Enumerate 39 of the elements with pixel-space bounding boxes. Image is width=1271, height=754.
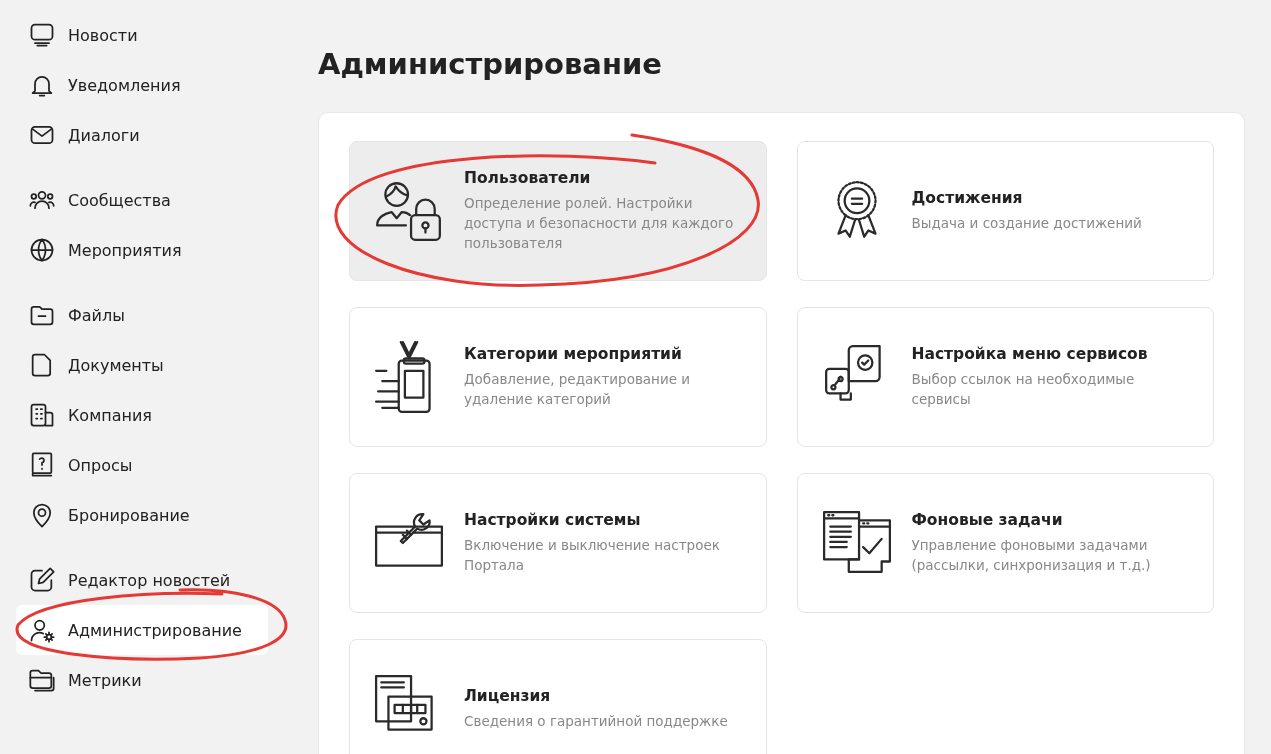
sidebar-item[interactable]: Бронирование bbox=[16, 490, 268, 540]
card-title: Достижения bbox=[911, 189, 1024, 207]
card-description: Определение ролей. Настройки доступа и безопасности для каждого пользователя bbox=[464, 194, 735, 253]
page-title: Администрирование bbox=[318, 46, 663, 83]
admin-card[interactable]: Настройка меню сервисов Выбор ссылок на необходимые сервисы bbox=[796, 307, 1214, 447]
card-description: Выбор ссылок на необходимые сервисы bbox=[911, 370, 1136, 409]
sidebar-item[interactable]: Метрики bbox=[16, 655, 268, 705]
sidebar-item[interactable]: Опросы bbox=[16, 440, 268, 490]
card-title: Категории мероприятий bbox=[464, 345, 683, 363]
card-title: Пользователи bbox=[464, 169, 592, 187]
card-title: Настройка меню сервисов bbox=[911, 345, 1149, 363]
card-title: Лицензия bbox=[464, 687, 552, 705]
card-title: Фоновые задачи bbox=[911, 511, 1064, 529]
sidebar-item[interactable]: Компания bbox=[16, 390, 268, 440]
pencil-square-icon bbox=[28, 566, 56, 594]
card-description: Выдача и создание достижений bbox=[911, 214, 1142, 233]
card-title: Настройки системы bbox=[464, 511, 642, 529]
sidebar-item[interactable]: Уведомления bbox=[16, 60, 268, 110]
sidebar-item[interactable]: Администрирование bbox=[16, 605, 268, 655]
sidebar-item[interactable]: Файлы bbox=[16, 290, 268, 340]
sidebar-item[interactable]: Мероприятия bbox=[16, 225, 268, 275]
admin-card[interactable]: Фоновые задачи Управление фоновыми задачами (рассылки, синхронизация и т.д.) bbox=[796, 473, 1214, 613]
admin-card[interactable]: Достижения Выдача и создание достижений bbox=[796, 141, 1214, 281]
admin-card[interactable]: Лицензия Сведения о гарантийной поддержке bbox=[349, 639, 767, 754]
monitor-icon bbox=[28, 21, 56, 49]
admin-card[interactable]: Пользователи Определение ролей. Настройки доступа и безопасности для каждого пользователя bbox=[349, 141, 767, 281]
sidebar-item[interactable]: Сообщества bbox=[16, 175, 268, 225]
card-description: Сведения о гарантийной поддержке bbox=[464, 712, 728, 731]
sidebar-item[interactable]: Документы bbox=[16, 340, 268, 390]
admin-card[interactable]: Настройки системы Включение и выключение настроек Портала bbox=[349, 473, 767, 613]
sidebar-item[interactable]: Диалоги bbox=[16, 110, 268, 160]
sidebar-item[interactable]: Редактор новостей bbox=[16, 555, 268, 605]
card-description: Добавление, редактирование и удаление категорий bbox=[464, 370, 692, 409]
admin-card[interactable]: Категории мероприятий Добавление, редактирование и удаление категорий bbox=[349, 307, 767, 447]
card-description: Управление фоновыми задачами (рассылки, синхронизация и т.д.) bbox=[911, 536, 1152, 575]
sidebar-item[interactable]: Новости bbox=[16, 10, 268, 60]
building-icon bbox=[28, 401, 56, 429]
card-description: Включение и выключение настроек Портала bbox=[464, 536, 721, 575]
globe-icon bbox=[28, 236, 56, 264]
